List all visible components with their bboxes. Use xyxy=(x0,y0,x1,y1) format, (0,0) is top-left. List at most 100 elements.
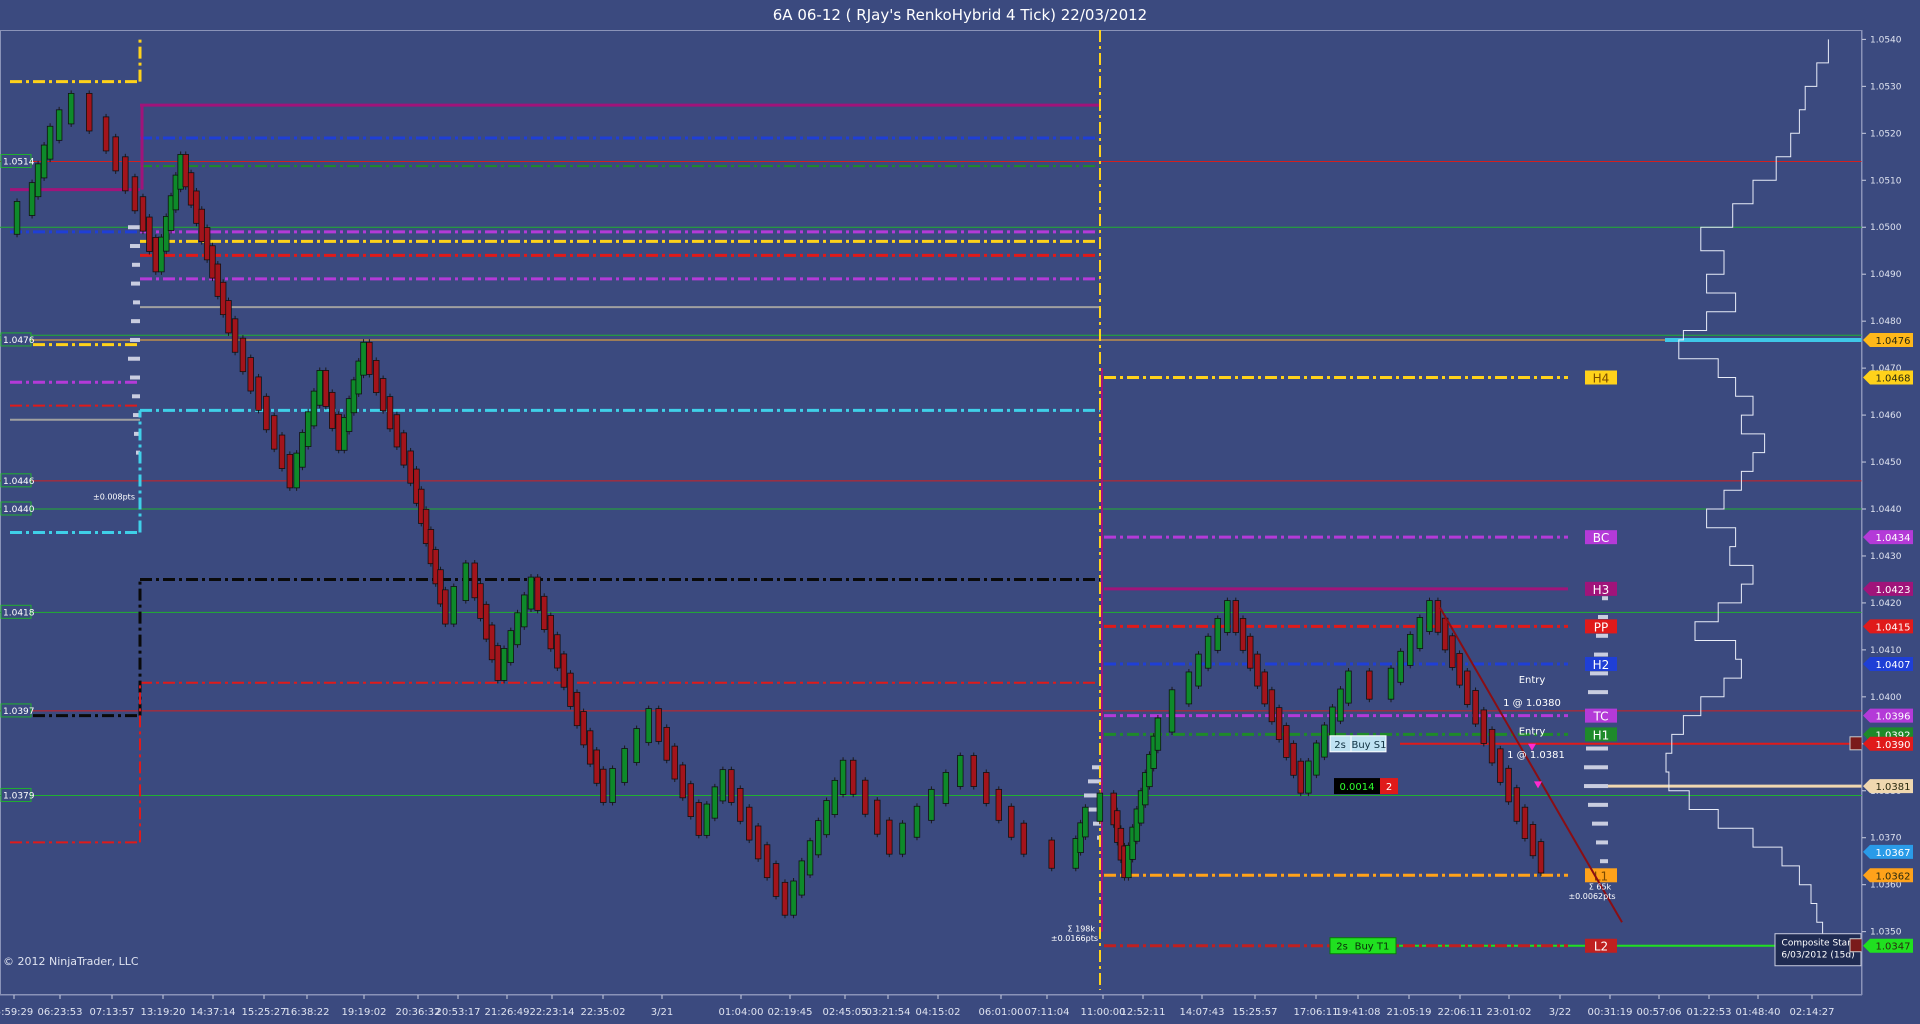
renko-down-brick xyxy=(322,370,330,407)
x-tick-label: 20:53:17 xyxy=(436,1007,481,1018)
renko-up-brick xyxy=(34,163,42,198)
renko-up-brick xyxy=(1082,806,1089,838)
pivot-label-h4: H4 xyxy=(1593,372,1610,386)
renko-down-brick xyxy=(1366,670,1373,700)
renko-up-brick xyxy=(806,840,814,876)
volume-range-1: ±0.0166pts xyxy=(1051,934,1098,943)
session-profile-bar xyxy=(128,225,140,230)
left-price-label: 1.0418 xyxy=(3,608,35,618)
renko-up-brick xyxy=(507,630,514,663)
chart-plot-area[interactable]: H4BCH3PPH2TCH1L1L2Entry1 @ 1.0380Entry1 … xyxy=(0,30,1920,1024)
price-tag-label: 1.0367 xyxy=(1876,848,1911,859)
renko-down-brick xyxy=(874,799,881,835)
x-tick-label: 13:19:20 xyxy=(141,1007,186,1018)
renko-up-brick xyxy=(55,109,63,141)
renko-up-brick xyxy=(823,800,830,836)
renko-up-brick xyxy=(46,125,54,160)
renko-up-brick xyxy=(839,759,847,795)
renko-up-brick xyxy=(1387,667,1395,700)
price-tag-label: 1.0407 xyxy=(1876,660,1911,671)
volume-range-3: ±0.008pts xyxy=(93,493,135,502)
x-tick-label: 01:04:00 xyxy=(719,1007,764,1018)
pivot-label-h2: H2 xyxy=(1593,658,1610,672)
x-tick-label: 02:14:27 xyxy=(1790,1007,1835,1018)
x-tick-label: 3/21 xyxy=(651,1007,673,1018)
copyright-notice: © 2012 NinjaTrader, LLC xyxy=(3,955,139,968)
renko-down-brick xyxy=(560,653,568,688)
renko-down-brick xyxy=(231,318,239,353)
y-tick-label: 1.0430 xyxy=(1870,552,1902,562)
renko-down-brick xyxy=(286,454,294,489)
session-profile-bar xyxy=(128,356,140,361)
renko-up-brick xyxy=(40,144,48,179)
renko-down-brick xyxy=(679,764,686,799)
entry2-detail: 1 @ 1.0381 xyxy=(1507,750,1565,761)
renko-up-brick xyxy=(1096,792,1104,822)
renko-down-brick xyxy=(488,624,496,661)
renko-down-brick xyxy=(214,263,222,297)
renko-up-brick xyxy=(1321,724,1328,758)
renko-up-brick xyxy=(514,612,521,646)
session-profile-bar xyxy=(1584,784,1608,789)
pivot-label-l2: L2 xyxy=(1594,940,1608,954)
renko-up-brick xyxy=(957,755,964,787)
left-price-label: 1.0476 xyxy=(3,336,35,346)
session-profile-bar xyxy=(130,375,140,380)
renko-down-brick xyxy=(203,227,211,261)
left-price-label: 1.0397 xyxy=(3,707,35,717)
renko-up-brick xyxy=(815,820,822,856)
renko-up-brick xyxy=(1305,760,1312,794)
y-tick-label: 1.0440 xyxy=(1870,505,1902,515)
renko-down-brick xyxy=(494,645,501,681)
renko-up-brick xyxy=(1345,670,1352,704)
renko-down-brick xyxy=(477,583,484,619)
renko-up-brick xyxy=(1204,635,1212,669)
price-tag-label: 1.0381 xyxy=(1876,782,1911,793)
y-tick-label: 1.0490 xyxy=(1870,270,1902,280)
entry2-label: Entry xyxy=(1519,726,1546,737)
renko-down-brick xyxy=(193,190,200,224)
x-tick-label: 00:57:06 xyxy=(1637,1007,1682,1018)
price-tag-label: 1.0415 xyxy=(1876,622,1911,633)
renko-down-brick xyxy=(263,395,270,431)
composite-start-line1: Composite Start xyxy=(1782,939,1855,949)
renko-down-brick xyxy=(886,819,893,855)
renko-down-brick xyxy=(86,92,93,132)
renko-down-brick xyxy=(255,376,262,411)
pivot-label-bc: BC xyxy=(1593,531,1609,545)
x-tick-label: 14:37:14 xyxy=(191,1007,236,1018)
session-profile-bar xyxy=(132,394,140,399)
renko-up-brick xyxy=(299,432,306,468)
renko-up-brick xyxy=(798,860,806,896)
renko-up-brick xyxy=(1168,689,1176,733)
x-tick-label: 19:19:02 xyxy=(342,1007,387,1018)
renko-down-brick xyxy=(655,708,662,742)
session-profile-bar xyxy=(1588,802,1608,807)
renko-up-brick xyxy=(1214,618,1221,651)
y-tick-label: 1.0410 xyxy=(1870,646,1902,656)
x-tick-label: 02:19:45 xyxy=(768,1007,813,1018)
renko-up-brick xyxy=(609,768,616,803)
renko-down-brick xyxy=(567,672,574,707)
renko-down-brick xyxy=(1472,690,1479,725)
x-tick-label: 19:41:08 xyxy=(1336,1007,1381,1018)
renko-down-brick xyxy=(1488,728,1496,764)
renko-up-brick xyxy=(1154,717,1162,751)
session-profile-bar xyxy=(1584,765,1608,770)
x-tick-label: 21:26:49 xyxy=(485,1007,530,1018)
session-profile-bar xyxy=(1596,840,1608,845)
renko-up-brick xyxy=(28,182,36,216)
renko-down-brick xyxy=(407,450,414,484)
renko-down-brick xyxy=(1048,839,1055,869)
renko-down-brick xyxy=(219,281,227,316)
price-tag-label: 1.0396 xyxy=(1876,712,1911,723)
renko-up-brick xyxy=(621,748,628,783)
renko-up-brick xyxy=(310,390,318,427)
renko-down-brick xyxy=(573,691,581,727)
volume-sigma-2: Σ 65k xyxy=(1589,882,1612,891)
price-tag-label: 1.0390 xyxy=(1876,740,1911,751)
close-icon xyxy=(1849,938,1864,953)
session-profile-bar xyxy=(1586,746,1608,751)
x-tick-label: 22:23:14 xyxy=(530,1007,575,1018)
x-tick-label: 3/22 xyxy=(1549,1007,1571,1018)
